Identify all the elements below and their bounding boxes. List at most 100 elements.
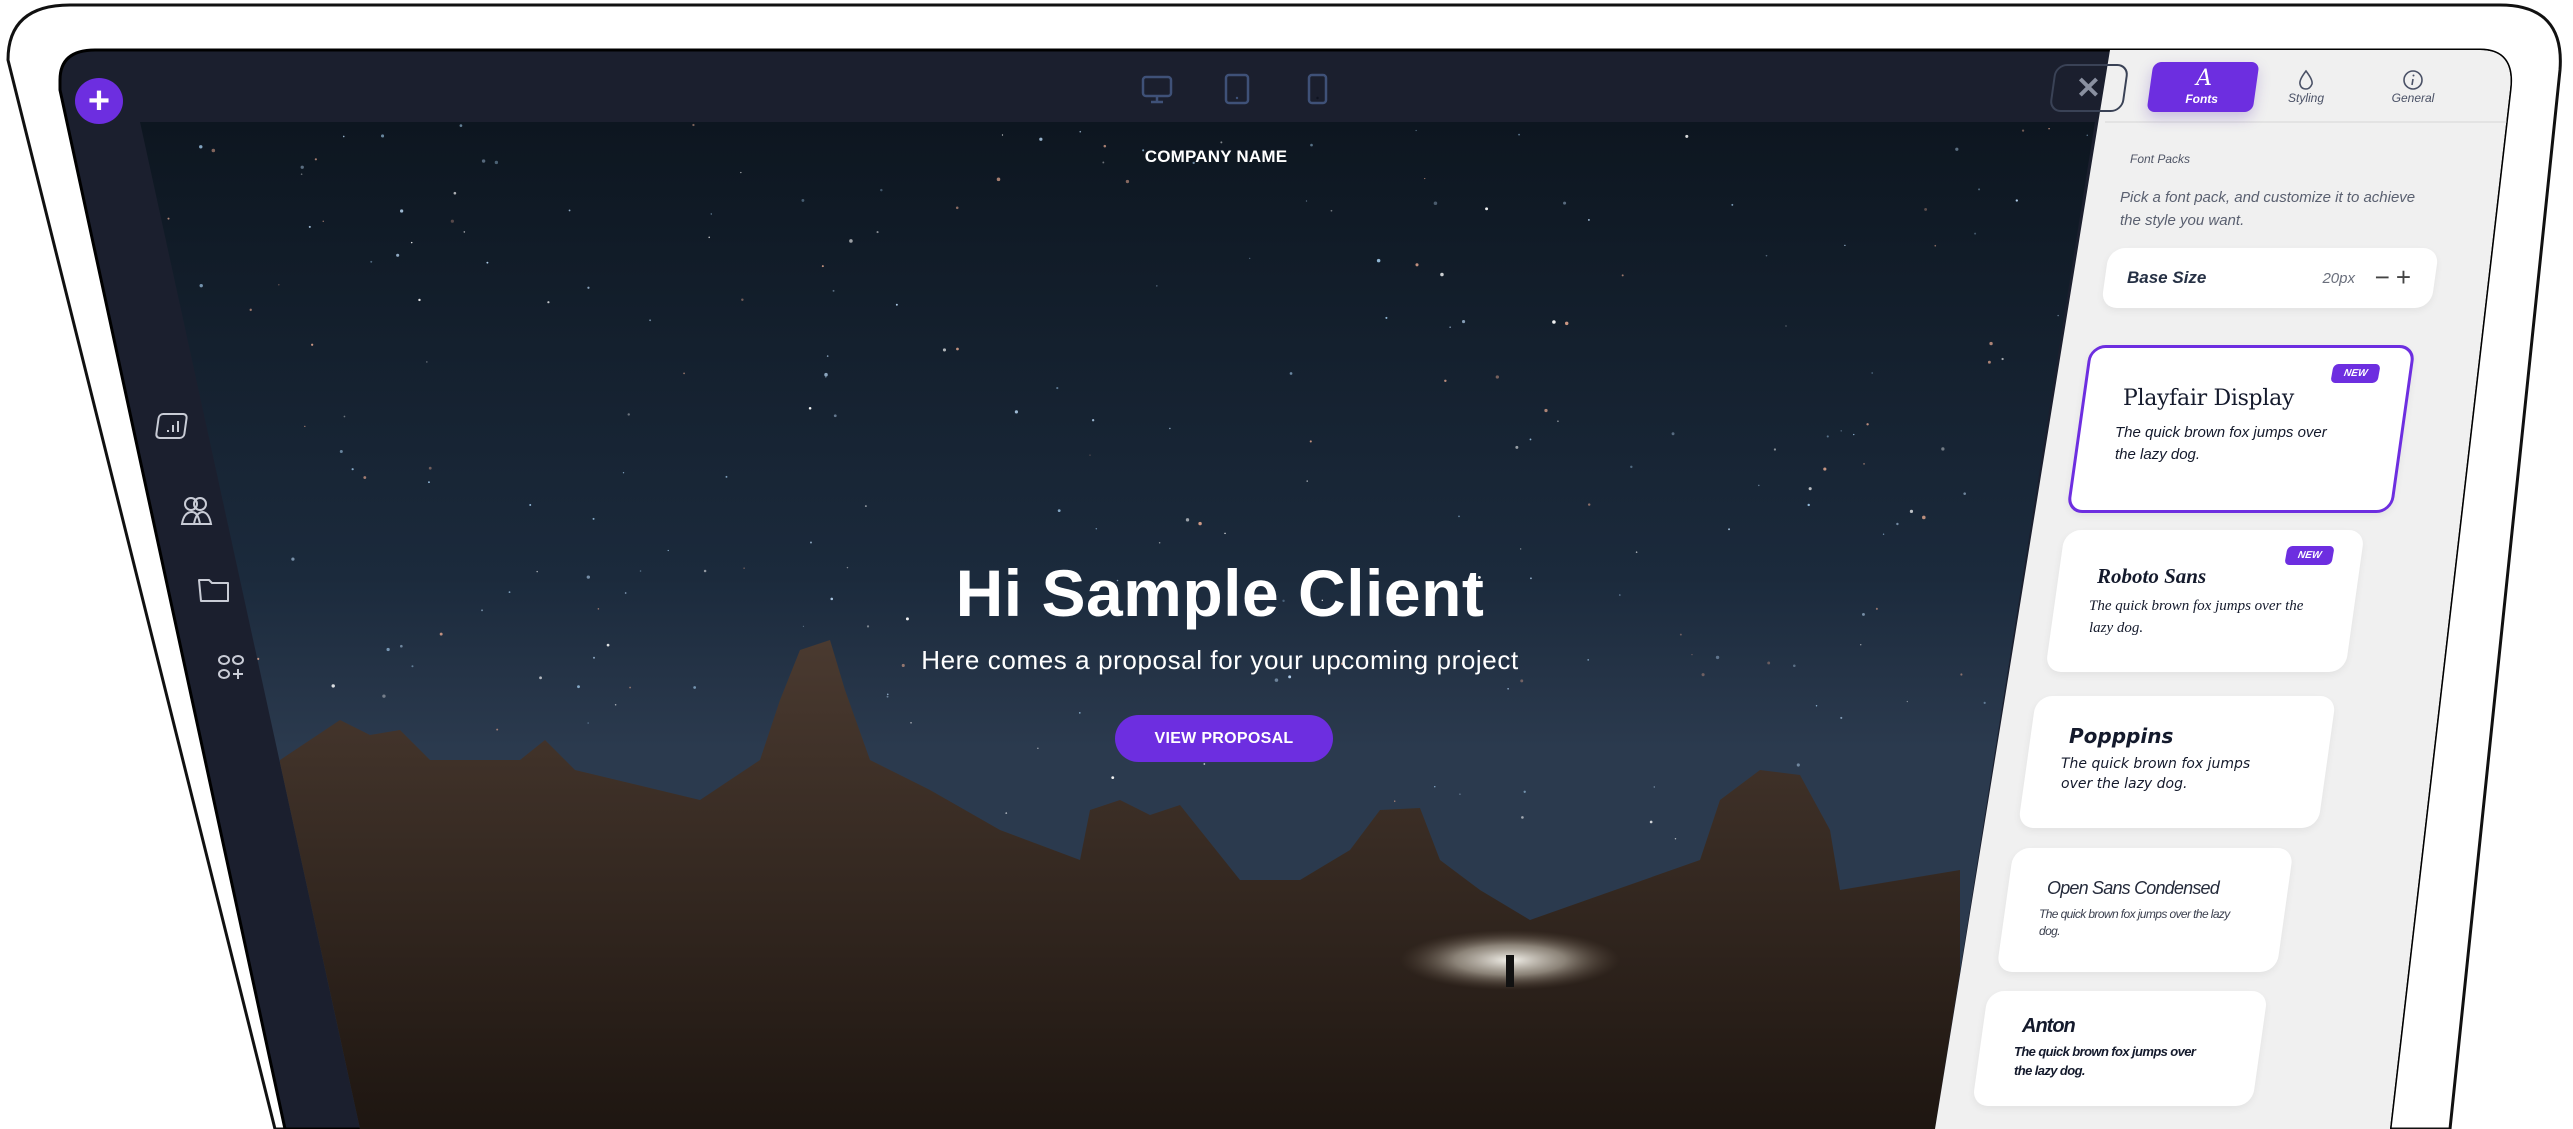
star <box>2015 199 2018 202</box>
star <box>343 415 346 418</box>
star <box>743 567 745 569</box>
star <box>1924 207 1928 211</box>
star <box>2001 357 2004 361</box>
tab-general[interactable]: General <box>2360 62 2466 112</box>
star <box>821 265 824 268</box>
star <box>1520 679 1524 683</box>
star <box>1458 515 1460 518</box>
star <box>1376 258 1381 263</box>
star <box>587 722 589 724</box>
star <box>2086 134 2088 136</box>
star <box>1185 518 1190 522</box>
star <box>649 319 652 322</box>
star <box>910 721 912 724</box>
star <box>450 219 454 223</box>
users-icon[interactable] <box>176 492 216 532</box>
star <box>1519 548 1522 550</box>
grid-add-icon[interactable] <box>212 648 252 688</box>
star <box>1156 285 1158 287</box>
star <box>824 372 828 377</box>
star <box>1728 528 1731 531</box>
font-pack-name: Roboto Sans <box>2097 564 2207 588</box>
star <box>1960 673 1963 676</box>
base-size-stepper: − + <box>2375 262 2411 293</box>
star <box>1587 503 1591 506</box>
star <box>1515 445 1519 449</box>
star <box>568 209 571 212</box>
star <box>1111 776 1115 780</box>
star <box>1671 432 1675 436</box>
font-pack-card[interactable]: Anton The quick brown fox jumps over the… <box>1971 991 2269 1106</box>
star <box>1955 147 1959 151</box>
font-pack-card[interactable]: Open Sans Condensed The quick brown fox … <box>1996 848 2294 972</box>
star <box>380 134 385 138</box>
star <box>1564 321 1569 326</box>
star <box>1039 137 1043 141</box>
font-pack-card[interactable]: NEW Playfair Display The quick brown fox… <box>2066 345 2416 513</box>
decrement-button[interactable]: − <box>2375 262 2390 293</box>
star <box>1289 372 1293 375</box>
star <box>1014 410 1018 414</box>
star <box>1523 790 1526 793</box>
star <box>740 171 742 174</box>
view-proposal-button[interactable]: VIEW PROPOSAL <box>1115 715 1333 762</box>
star <box>1330 209 1333 212</box>
droplet-icon <box>2299 69 2313 90</box>
star <box>311 343 314 346</box>
star <box>1882 533 1885 535</box>
star <box>577 685 580 689</box>
star <box>2057 314 2059 317</box>
star <box>459 124 463 128</box>
star <box>1169 427 1171 430</box>
close-button[interactable]: ✕ <box>2048 64 2130 112</box>
star <box>1785 325 1787 327</box>
tab-fonts[interactable]: A Fonts <box>2146 62 2260 112</box>
star <box>1091 419 1095 422</box>
star <box>400 209 404 213</box>
add-button[interactable]: + <box>75 78 123 124</box>
star <box>1808 487 1812 491</box>
star <box>1529 438 1532 441</box>
star <box>547 301 550 304</box>
star <box>386 647 390 652</box>
star <box>942 348 947 352</box>
star <box>1198 521 1202 526</box>
desktop-icon[interactable] <box>1140 72 1174 106</box>
font-pack-card[interactable]: Popppins The quick brown fox jumps over … <box>2017 696 2337 828</box>
base-size-label: Base Size <box>2127 268 2207 287</box>
star <box>802 625 805 628</box>
star <box>411 665 414 668</box>
star <box>1983 701 1986 704</box>
star <box>1079 130 1082 133</box>
font-pack-name: Open Sans Condensed <box>2047 878 2219 898</box>
star <box>597 608 600 610</box>
star <box>825 376 827 378</box>
font-pack-sample: The quick brown fox jumps over the lazy … <box>2115 424 2327 463</box>
star <box>880 188 883 192</box>
star <box>1793 664 1796 668</box>
star <box>1934 244 1937 247</box>
font-pack-sample: The quick brown fox jumps over the lazy … <box>2039 907 2230 939</box>
base-size-value: 20px <box>2322 270 2355 287</box>
star <box>199 283 203 288</box>
star <box>1815 705 1818 707</box>
section-heading: Font Packs <box>2130 152 2191 166</box>
folder-icon[interactable] <box>194 570 234 610</box>
star <box>996 177 1001 182</box>
star <box>886 693 889 696</box>
new-badge: NEW <box>2283 546 2335 565</box>
star <box>895 303 898 306</box>
star <box>1203 763 1206 765</box>
tab-styling[interactable]: Styling <box>2253 62 2359 112</box>
star <box>363 476 367 479</box>
font-pack-card[interactable]: NEW Roboto Sans The quick brown fox jump… <box>2045 530 2365 672</box>
star <box>693 686 697 689</box>
increment-button[interactable]: + <box>2396 262 2411 293</box>
star <box>1635 551 1638 553</box>
star <box>1840 430 1842 432</box>
font-icon: A <box>2196 66 2213 91</box>
star <box>1989 341 1993 346</box>
chart-icon[interactable] <box>154 408 194 448</box>
mobile-icon[interactable] <box>1300 72 1334 106</box>
tablet-icon[interactable] <box>1220 72 1254 106</box>
